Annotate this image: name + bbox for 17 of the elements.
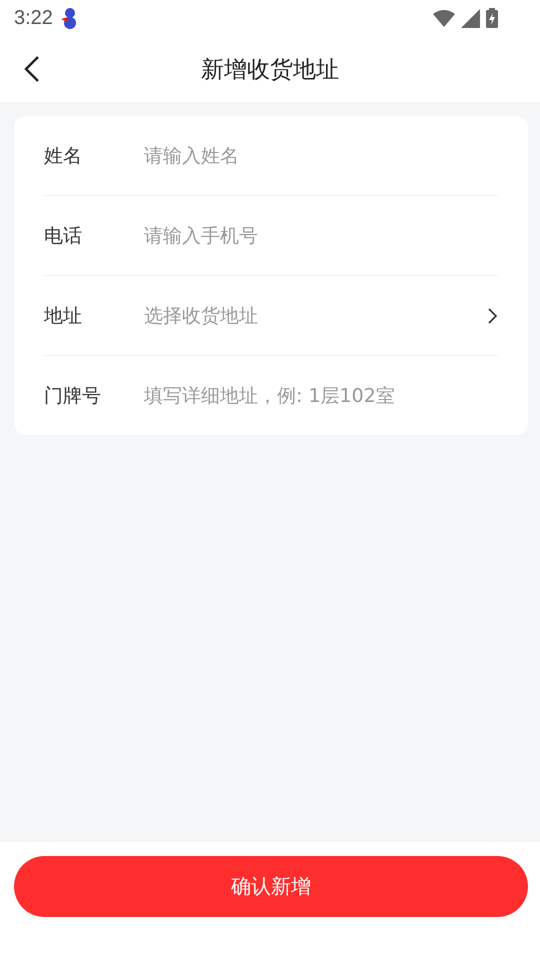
- figure-icon: [58, 7, 79, 29]
- select-field[interactable]: 选择收货地址: [144, 302, 498, 328]
- signal-icon: [461, 8, 480, 28]
- field-label: 姓名: [44, 144, 83, 168]
- field-label: 电话: [44, 224, 83, 248]
- input-field[interactable]: 填写详细地址，例: 1层102室: [144, 384, 498, 406]
- chevron-right-icon: [488, 308, 498, 324]
- input-field[interactable]: 请输入手机号: [144, 224, 498, 246]
- battery-icon: [486, 8, 498, 28]
- input-field[interactable]: 请输入姓名: [144, 144, 498, 166]
- page-title: 新增收货地址: [201, 56, 339, 84]
- field-label: 地址: [44, 304, 83, 328]
- confirm-button[interactable]: 确认新增: [14, 856, 528, 917]
- wifi-icon: [433, 9, 455, 27]
- field-label: 门牌号: [44, 384, 102, 408]
- back-icon[interactable]: [24, 55, 40, 83]
- status-time: 3:22: [14, 6, 53, 30]
